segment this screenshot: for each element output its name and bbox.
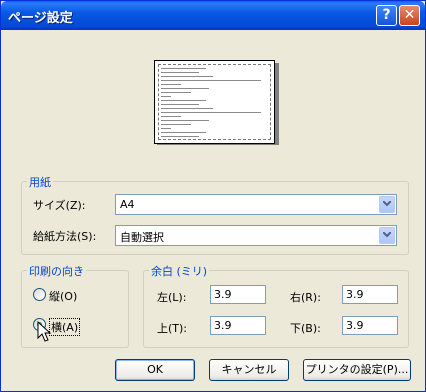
margins-group: [143, 270, 409, 348]
top-margin-value: 3.9: [214, 319, 232, 332]
bottom-margin-value: 3.9: [346, 319, 364, 332]
top-margin-label: 上(T):: [157, 322, 188, 335]
window-title: ページ設定: [8, 11, 73, 26]
close-icon: ✕: [403, 7, 416, 23]
landscape-label[interactable]: 横(A): [49, 318, 81, 336]
printer-settings-button[interactable]: プリンタの設定(P)...: [303, 359, 411, 381]
paper-source-dropdown-button[interactable]: [379, 227, 395, 244]
right-margin-input[interactable]: 3.9: [342, 285, 398, 304]
portrait-radio[interactable]: [33, 288, 46, 301]
right-margin-label: 右(R):: [290, 291, 321, 304]
title-bar[interactable]: ページ設定 ? ✕: [1, 1, 425, 30]
chevron-down-icon: [383, 232, 391, 238]
page-setup-dialog: ページ設定 ? ✕ 用紙 サイズ(Z): A4 給紙方法(S): 自動選択 印刷…: [0, 0, 426, 392]
mouse-cursor-icon: [37, 321, 51, 342]
paper-source-select[interactable]: 自動選択: [115, 225, 397, 246]
page-preview: [154, 60, 275, 144]
left-margin-label: 左(L):: [157, 291, 187, 304]
portrait-label[interactable]: 縦(O): [49, 288, 77, 304]
preview-margin-outline: [158, 64, 271, 140]
paper-group-label: 用紙: [27, 174, 53, 190]
help-icon: ?: [382, 7, 391, 23]
margins-group-label: 余白 (ミリ): [149, 263, 210, 279]
size-label: サイズ(Z):: [33, 199, 86, 212]
paper-source-value: 自動選択: [120, 231, 164, 244]
left-margin-value: 3.9: [214, 288, 232, 301]
size-dropdown-button[interactable]: [379, 196, 395, 213]
bottom-margin-input[interactable]: 3.9: [342, 316, 398, 335]
source-label: 給紙方法(S):: [33, 230, 97, 243]
help-button[interactable]: ?: [376, 5, 397, 26]
size-select-value: A4: [120, 198, 135, 211]
ok-button[interactable]: OK: [115, 359, 195, 381]
size-select[interactable]: A4: [115, 194, 397, 215]
bottom-margin-label: 下(B):: [290, 322, 321, 335]
close-button[interactable]: ✕: [399, 5, 420, 26]
chevron-down-icon: [383, 201, 391, 207]
right-margin-value: 3.9: [346, 288, 364, 301]
top-margin-input[interactable]: 3.9: [210, 316, 266, 335]
orientation-group-label: 印刷の向き: [27, 263, 86, 279]
left-margin-input[interactable]: 3.9: [210, 285, 266, 304]
cancel-button[interactable]: キャンセル: [209, 359, 289, 381]
